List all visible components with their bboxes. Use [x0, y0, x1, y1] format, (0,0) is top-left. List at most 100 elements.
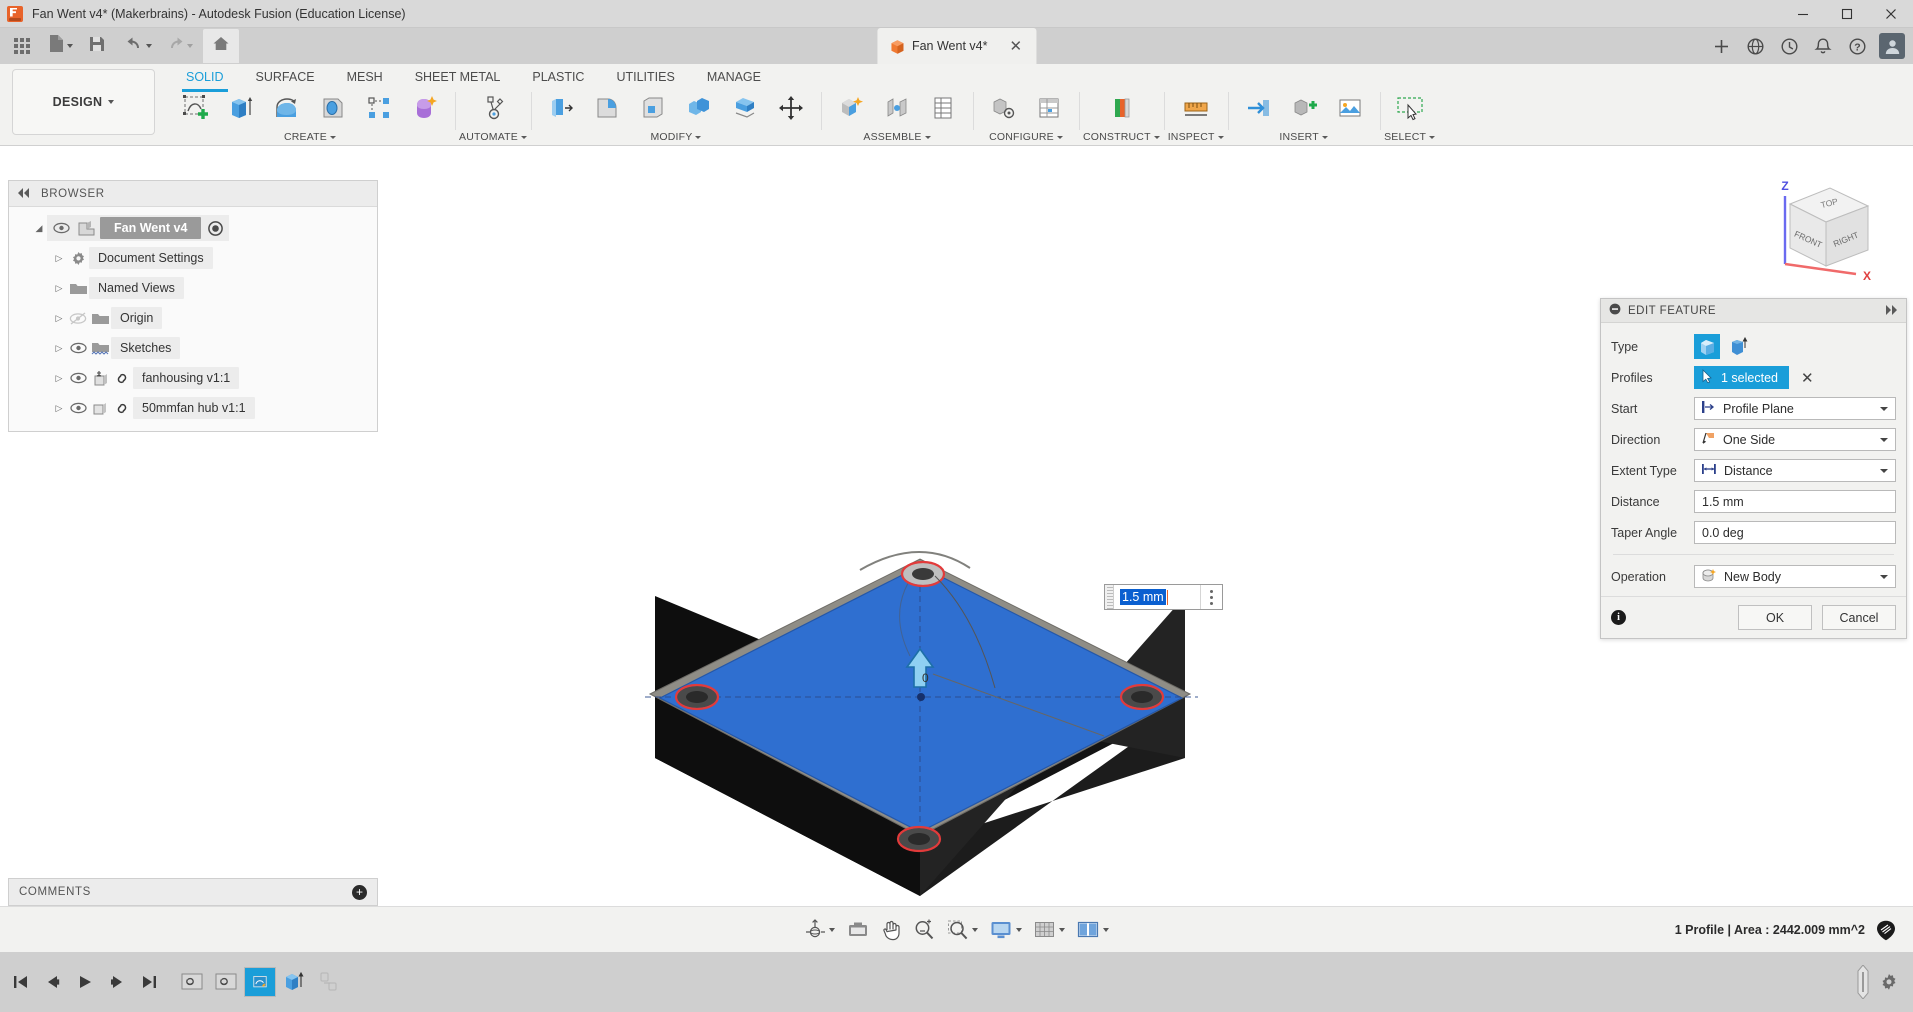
document-tab[interactable]: Fan Went v4* ✕	[877, 28, 1036, 64]
expand-right-icon[interactable]	[1884, 302, 1898, 320]
drag-grip[interactable]	[1105, 585, 1114, 609]
select-tool[interactable]	[1388, 88, 1432, 128]
undo-button[interactable]	[121, 31, 156, 61]
profiles-selection-button[interactable]: 1 selected	[1694, 366, 1789, 389]
ribbon-group-label-insert[interactable]: INSERT	[1279, 128, 1328, 146]
move-copy-tool[interactable]	[769, 88, 813, 128]
workspace-switcher[interactable]: DESIGN	[12, 69, 155, 135]
fit-tool[interactable]	[942, 915, 983, 945]
notifications-button[interactable]	[1807, 30, 1839, 62]
timeline-feature-insert-1[interactable]	[176, 967, 208, 997]
tree-node-root[interactable]: ◢ Fan Went v4	[9, 213, 377, 243]
timeline-feature-sketch[interactable]	[244, 967, 276, 997]
canvas-dimension-input[interactable]: 1.5 mm	[1104, 584, 1223, 610]
ribbon-group-label-assemble[interactable]: ASSEMBLE	[863, 128, 930, 146]
tree-node-sketches[interactable]: ▷ Sketches	[9, 333, 377, 363]
direction-dropdown[interactable]: One Side	[1694, 428, 1896, 451]
clear-selection-icon[interactable]: ✕	[1801, 369, 1814, 387]
active-component-icon[interactable]	[204, 220, 226, 237]
ok-button[interactable]: OK	[1738, 605, 1812, 630]
tab-solid[interactable]: SOLID	[170, 64, 240, 91]
tab-utilities[interactable]: UTILITIES	[600, 64, 690, 91]
configure-design-tool[interactable]	[981, 88, 1025, 128]
visibility-eye-icon[interactable]	[67, 402, 89, 414]
account-avatar[interactable]	[1879, 33, 1905, 59]
pan-tool[interactable]	[876, 915, 906, 945]
tab-manage[interactable]: MANAGE	[691, 64, 777, 91]
start-dropdown[interactable]: Profile Plane	[1694, 397, 1896, 420]
tree-node-document-settings[interactable]: ▷ Document Settings	[9, 243, 377, 273]
hole-tool[interactable]	[311, 88, 355, 128]
offset-face-tool[interactable]	[723, 88, 767, 128]
expand-arrow-icon[interactable]: ▷	[51, 253, 67, 264]
add-tab-button[interactable]	[1705, 30, 1737, 62]
timeline-play[interactable]	[72, 968, 98, 996]
redo-button[interactable]	[162, 31, 197, 61]
timeline-feature-pending[interactable]	[312, 967, 344, 997]
expand-arrow-icon[interactable]: ▷	[51, 373, 67, 384]
ribbon-group-label-inspect[interactable]: INSPECT	[1168, 128, 1224, 146]
press-pull-tool[interactable]	[539, 88, 583, 128]
visibility-eye-icon[interactable]	[67, 372, 89, 384]
tab-surface[interactable]: SURFACE	[240, 64, 331, 91]
operation-dropdown[interactable]: New Body	[1694, 565, 1896, 588]
zoom-tool[interactable]	[908, 915, 940, 945]
add-comment-icon[interactable]: +	[352, 885, 367, 900]
combine-tool[interactable]	[677, 88, 721, 128]
timeline-step-back[interactable]	[40, 968, 66, 996]
comments-bar[interactable]: COMMENTS +	[8, 878, 378, 906]
collapse-left-icon[interactable]	[17, 185, 31, 203]
view-cube[interactable]: Z X TOP FRONT RIGHT	[1768, 174, 1878, 284]
expand-arrow-icon[interactable]: ▷	[51, 283, 67, 294]
home-button[interactable]	[203, 29, 239, 63]
viewports-tool[interactable]	[1072, 915, 1114, 945]
extrude-tool[interactable]	[219, 88, 263, 128]
maximize-button[interactable]	[1825, 0, 1869, 28]
ribbon-group-label-create[interactable]: CREATE	[284, 128, 336, 146]
orbit-tool[interactable]	[799, 915, 840, 945]
measure-tool[interactable]	[1174, 88, 1218, 128]
info-icon[interactable]: i	[1611, 610, 1626, 625]
timeline-step-forward[interactable]	[104, 968, 130, 996]
visibility-eye-icon[interactable]	[67, 342, 89, 354]
job-status-button[interactable]	[1773, 30, 1805, 62]
tree-node-fanhousing[interactable]: ▷ fanhousing v1:1	[9, 363, 377, 393]
pattern-tool[interactable]	[357, 88, 401, 128]
tree-node-50mmfan-hub[interactable]: ▷ 50mmfan hub v1:1	[9, 393, 377, 423]
ribbon-group-label-construct[interactable]: CONSTRUCT	[1083, 128, 1160, 146]
ribbon-group-label-modify[interactable]: MODIFY	[650, 128, 701, 146]
new-component-tool[interactable]	[829, 88, 873, 128]
timeline-feature-extrude[interactable]	[278, 967, 310, 997]
create-sketch-tool[interactable]	[173, 88, 217, 128]
close-icon[interactable]: ✕	[1009, 37, 1022, 55]
visibility-eye-icon[interactable]	[50, 222, 72, 234]
timeline-jump-end[interactable]	[136, 968, 162, 996]
ribbon-group-label-configure[interactable]: CONFIGURE	[989, 128, 1063, 146]
type-option-edge[interactable]	[1725, 334, 1751, 359]
tree-node-named-views[interactable]: ▷ Named Views	[9, 273, 377, 303]
type-option-profile[interactable]	[1694, 334, 1720, 359]
distance-input[interactable]: 1.5 mm	[1694, 490, 1896, 513]
save-button[interactable]	[83, 31, 111, 61]
expand-arrow-icon[interactable]: ▷	[51, 403, 67, 414]
close-button[interactable]	[1869, 0, 1913, 28]
app-grid-button[interactable]	[8, 31, 36, 61]
shell-tool[interactable]	[631, 88, 675, 128]
joint-tool[interactable]	[875, 88, 919, 128]
timeline-feature-insert-2[interactable]	[210, 967, 242, 997]
tab-mesh[interactable]: MESH	[331, 64, 399, 91]
display-settings-tool[interactable]	[985, 915, 1027, 945]
help-button[interactable]: ?	[1841, 30, 1873, 62]
fillet-tool[interactable]	[585, 88, 629, 128]
extent-type-dropdown[interactable]: Distance	[1694, 459, 1896, 482]
revolve-tool[interactable]	[265, 88, 309, 128]
grid-snaps-tool[interactable]	[1029, 915, 1070, 945]
visibility-eye-off-icon[interactable]	[67, 312, 89, 325]
look-at-tool[interactable]	[842, 915, 874, 945]
insert-derive-tool[interactable]	[1236, 88, 1280, 128]
expand-arrow-icon[interactable]: ▷	[51, 313, 67, 324]
new-file-button[interactable]	[44, 31, 77, 61]
taper-angle-input[interactable]: 0.0 deg	[1694, 521, 1896, 544]
automated-modeling-tool[interactable]	[471, 88, 515, 128]
timeline-jump-start[interactable]	[8, 968, 34, 996]
